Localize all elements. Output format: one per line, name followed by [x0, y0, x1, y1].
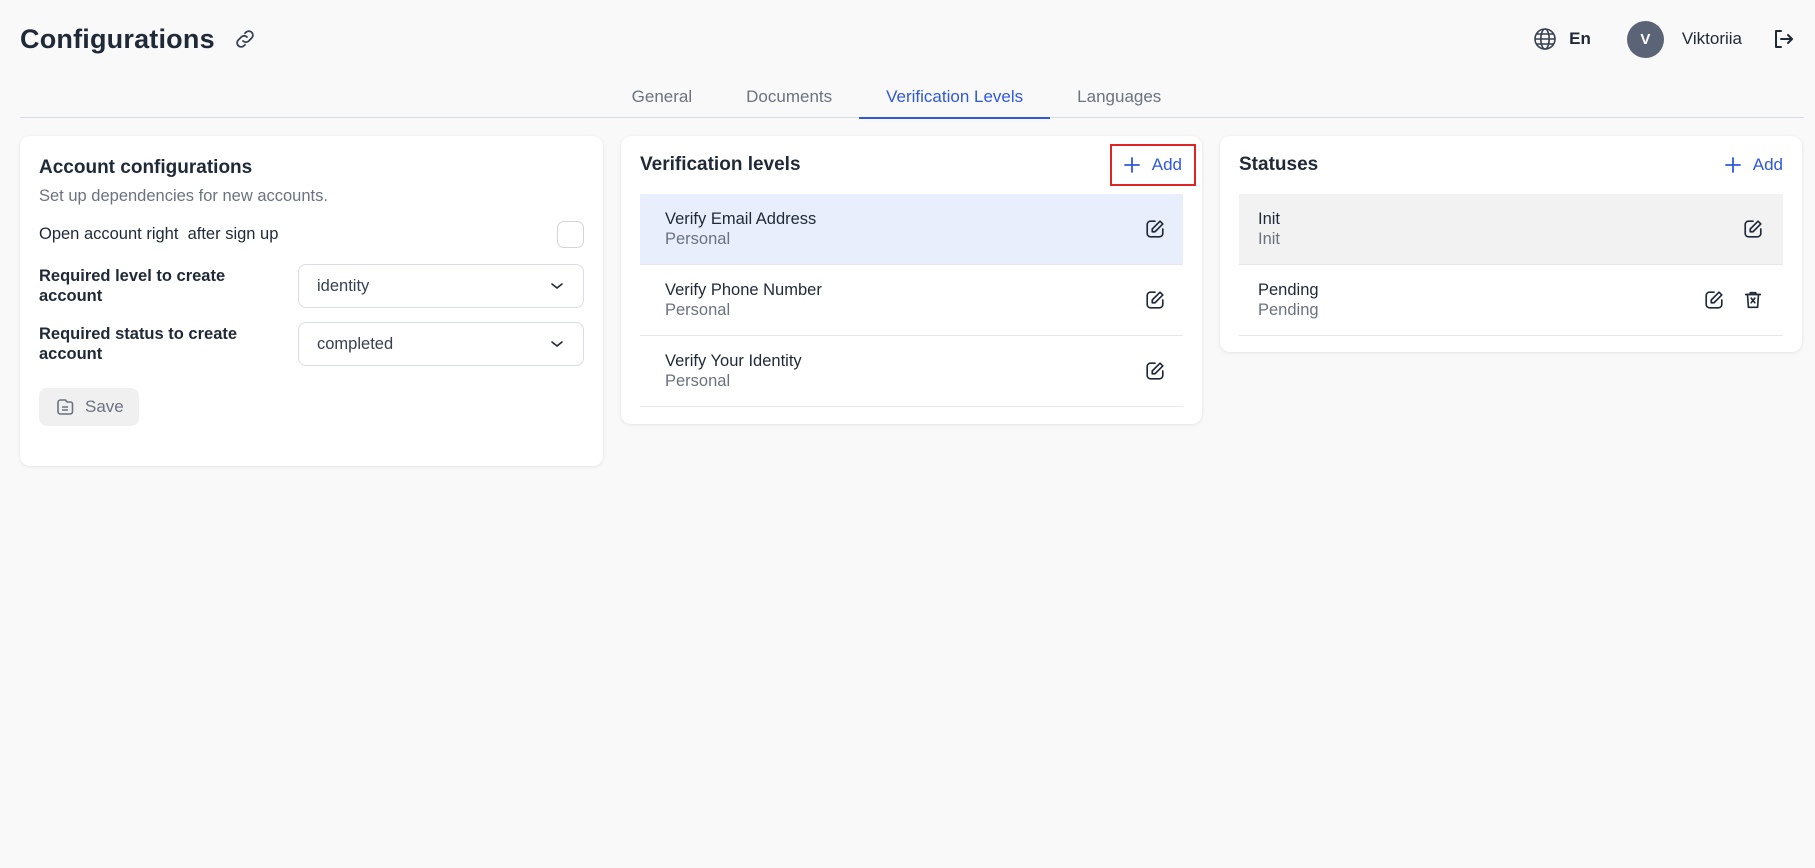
- add-status-label: Add: [1752, 155, 1783, 174]
- user-name: Viktoriia: [1681, 29, 1742, 48]
- level-name: Verify Email Address: [665, 210, 817, 228]
- tab-languages[interactable]: Languages: [1050, 78, 1188, 118]
- required-status-row: Required status to create account comple…: [39, 322, 584, 366]
- level-item-text: Verify Phone Number Personal: [665, 280, 822, 320]
- header-right: En V Viktoriia: [1533, 20, 1795, 58]
- status-item-text: Pending Pending: [1258, 280, 1319, 320]
- status-sub: Pending: [1258, 301, 1319, 319]
- required-status-label: Required status to create account: [39, 325, 238, 363]
- chevron-down-icon: [549, 336, 565, 352]
- status-item[interactable]: Init Init: [1239, 194, 1783, 265]
- level-item[interactable]: Verify Phone Number Personal: [640, 265, 1183, 336]
- save-button[interactable]: Save: [39, 388, 139, 426]
- status-name: Pending: [1258, 281, 1319, 299]
- tab-verification-levels[interactable]: Verification Levels: [859, 78, 1051, 119]
- level-type: Personal: [665, 301, 731, 319]
- avatar: V: [1626, 20, 1664, 58]
- open-account-checkbox[interactable]: [557, 220, 584, 248]
- levels-card-header: Verification levels Add: [640, 136, 1196, 194]
- title-wrap: Configurations: [20, 24, 257, 55]
- level-item-text: Verify Email Address Personal: [665, 209, 816, 249]
- page-header: Configurations En V Viktoriia: [20, 0, 1795, 78]
- level-type: Personal: [665, 372, 731, 390]
- chevron-down-icon: [549, 278, 565, 294]
- required-level-row: Required level to create account identit…: [39, 264, 584, 308]
- verification-levels-card: Verification levels Add Verify Email Add…: [621, 136, 1202, 424]
- add-status-button[interactable]: Add: [1713, 144, 1783, 186]
- plus-icon: [1123, 157, 1140, 173]
- status-actions: [1703, 289, 1764, 311]
- statuses-card-title: Statuses: [1239, 154, 1319, 175]
- language-selector[interactable]: En: [1533, 27, 1591, 51]
- level-name: Verify Phone Number: [665, 281, 822, 299]
- globe-icon: [1533, 27, 1557, 51]
- edit-icon[interactable]: [1703, 289, 1725, 311]
- required-level-value: identity: [317, 276, 370, 295]
- status-sub: Init: [1258, 230, 1281, 248]
- logout-icon[interactable]: [1771, 27, 1795, 51]
- edit-icon[interactable]: [1742, 218, 1764, 240]
- user-menu[interactable]: V Viktoriia: [1626, 20, 1742, 58]
- tab-general[interactable]: General: [605, 78, 719, 118]
- open-account-row: Open account right after sign up: [39, 219, 584, 249]
- levels-card-title: Verification levels: [640, 154, 801, 175]
- status-item[interactable]: Pending Pending: [1239, 265, 1783, 336]
- level-type: Personal: [665, 230, 731, 248]
- level-name: Verify Your Identity: [665, 352, 802, 370]
- link-icon[interactable]: [233, 27, 257, 51]
- add-level-button[interactable]: Add: [1109, 144, 1196, 186]
- save-label: Save: [85, 397, 124, 416]
- plus-icon: [1724, 157, 1741, 173]
- add-level-label: Add: [1151, 155, 1182, 174]
- required-level-select[interactable]: identity: [298, 264, 584, 308]
- statuses-card-header: Statuses Add: [1239, 136, 1783, 194]
- account-card-subtitle: Set up dependencies for new accounts.: [39, 187, 328, 205]
- page-title: Configurations: [20, 23, 215, 54]
- trash-icon[interactable]: [1742, 289, 1764, 311]
- edit-icon[interactable]: [1144, 218, 1166, 240]
- tabs-inner: General Documents Verification Levels La…: [605, 78, 1189, 119]
- language-label: En: [1569, 29, 1591, 48]
- status-name: Init: [1258, 210, 1281, 228]
- level-item[interactable]: Verify Your Identity Personal: [640, 336, 1183, 407]
- account-card-title: Account configurations: [39, 157, 253, 178]
- edit-icon[interactable]: [1144, 360, 1166, 382]
- save-icon: [55, 397, 75, 417]
- required-level-label: Required level to create account: [39, 267, 226, 305]
- account-configurations-card: Account configurations Set up dependenci…: [20, 136, 603, 466]
- status-item-text: Init Init: [1258, 209, 1280, 249]
- tab-bar: General Documents Verification Levels La…: [20, 78, 1804, 119]
- level-item[interactable]: Verify Email Address Personal: [640, 194, 1183, 265]
- required-status-value: completed: [317, 334, 394, 353]
- required-status-select[interactable]: completed: [298, 322, 584, 366]
- tab-documents[interactable]: Documents: [719, 78, 859, 118]
- level-item-text: Verify Your Identity Personal: [665, 351, 802, 391]
- open-account-label: Open account right after sign up: [39, 224, 279, 243]
- edit-icon[interactable]: [1144, 289, 1166, 311]
- statuses-card: Statuses Add Init Init Pending Pending: [1220, 136, 1802, 352]
